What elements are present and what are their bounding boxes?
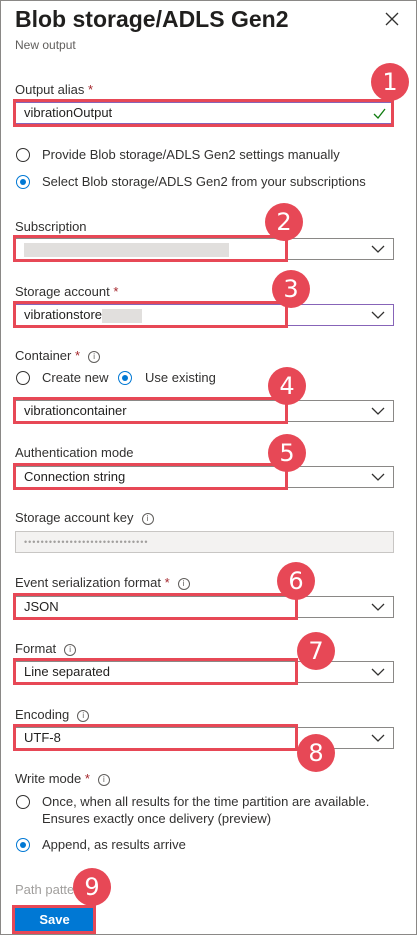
format-label: Format i xyxy=(15,641,77,656)
page-subtitle: New output xyxy=(15,38,76,52)
storage-account-label: Storage account * xyxy=(15,284,119,299)
callout-badge-7: 7 xyxy=(297,632,335,670)
page-title: Blob storage/ADLS Gen2 xyxy=(15,6,289,32)
callout-badge-9: 9 xyxy=(73,868,111,906)
chevron-down-icon xyxy=(371,311,385,319)
auth-mode-label: Authentication mode xyxy=(15,445,134,460)
chevron-down-icon xyxy=(371,407,385,415)
radio-create-new[interactable] xyxy=(16,371,30,385)
radio-write-once-sublabel: Ensures exactly once delivery (preview) xyxy=(42,811,272,826)
callout-badge-8: 8 xyxy=(297,734,335,772)
radio-create-new-label: Create new xyxy=(42,370,109,385)
radio-use-existing-label: Use existing xyxy=(145,370,216,385)
callout-badge-3: 3 xyxy=(272,270,310,308)
storage-key-input: •••••••••••••••••••••••••••••• xyxy=(15,531,394,553)
info-icon[interactable]: i xyxy=(97,774,110,786)
callout-badge-5: 5 xyxy=(268,434,306,472)
radio-write-once-label: Once, when all results for the time part… xyxy=(42,794,370,809)
callout-box-8 xyxy=(13,724,298,751)
radio-subscription[interactable] xyxy=(16,175,30,189)
callout-badge-6: 6 xyxy=(277,562,315,600)
callout-box-7 xyxy=(13,658,298,685)
close-icon[interactable] xyxy=(383,10,401,28)
radio-write-append[interactable] xyxy=(16,838,30,852)
chevron-down-icon xyxy=(371,668,385,676)
info-icon[interactable]: i xyxy=(141,513,154,525)
write-mode-label: Write mode * i xyxy=(15,771,110,786)
callout-box-6 xyxy=(13,593,298,620)
info-icon[interactable]: i xyxy=(88,351,101,363)
callout-box-2 xyxy=(13,235,288,262)
chevron-down-icon xyxy=(371,734,385,742)
chevron-down-icon xyxy=(371,603,385,611)
container-label: Container * i xyxy=(15,348,101,363)
serialization-label: Event serialization format * i xyxy=(15,575,190,590)
callout-box-5 xyxy=(13,463,288,490)
info-icon[interactable]: i xyxy=(64,644,77,656)
callout-box-3 xyxy=(13,301,288,328)
callout-box-4 xyxy=(13,397,288,424)
radio-subscription-label: Select Blob storage/ADLS Gen2 from your … xyxy=(42,174,366,189)
storage-key-label: Storage account key i xyxy=(15,510,154,525)
info-icon[interactable]: i xyxy=(77,710,90,722)
chevron-down-icon xyxy=(371,245,385,253)
info-icon[interactable]: i xyxy=(177,578,190,590)
radio-use-existing[interactable] xyxy=(118,371,132,385)
subscription-label: Subscription xyxy=(15,219,87,234)
callout-badge-2: 2 xyxy=(265,203,303,241)
output-alias-label: Output alias * xyxy=(15,82,94,97)
callout-box-9 xyxy=(12,905,96,934)
radio-manual-label: Provide Blob storage/ADLS Gen2 settings … xyxy=(42,147,340,162)
callout-badge-1: 1 xyxy=(371,63,409,101)
radio-manual[interactable] xyxy=(16,148,30,162)
callout-badge-4: 4 xyxy=(268,367,306,405)
encoding-label: Encoding i xyxy=(15,707,90,722)
radio-write-once[interactable] xyxy=(16,795,30,809)
chevron-down-icon xyxy=(371,473,385,481)
callout-box-1 xyxy=(13,99,394,127)
radio-write-append-label: Append, as results arrive xyxy=(42,837,186,852)
